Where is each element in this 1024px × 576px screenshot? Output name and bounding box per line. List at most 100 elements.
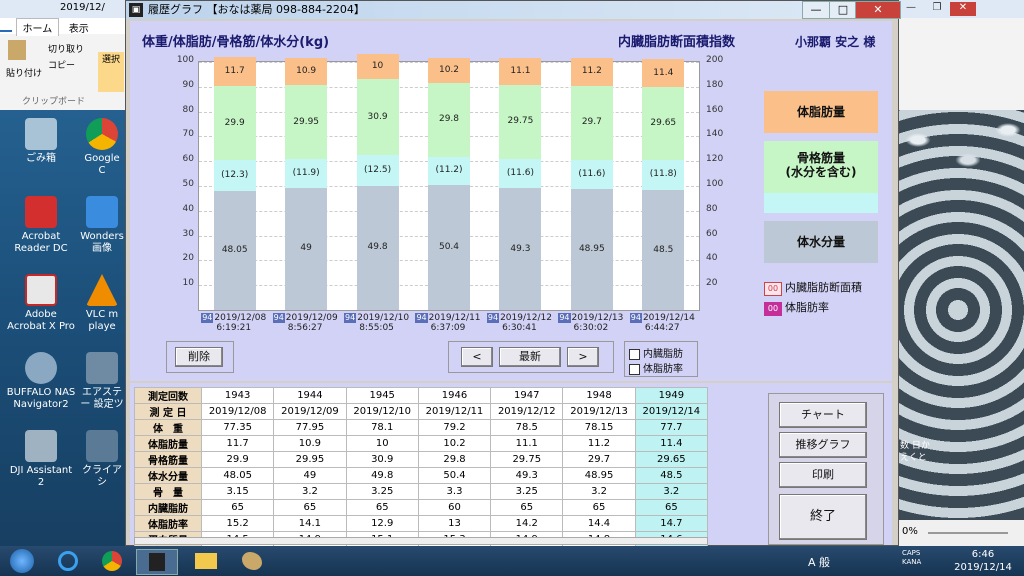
desktop-icon-chrome[interactable]: Google C	[80, 118, 124, 177]
table-cell[interactable]: 78.5	[490, 419, 564, 436]
table-cell[interactable]: 1944	[273, 387, 347, 404]
taskbar-explorer[interactable]	[186, 549, 226, 573]
excel-view-tab[interactable]: 表示	[63, 19, 95, 36]
table-cell[interactable]: 3.3	[417, 483, 492, 500]
table-cell[interactable]: 3.2	[273, 483, 347, 500]
table-cell[interactable]: 49.8	[345, 467, 419, 484]
table-cell[interactable]: 2019/12/13	[562, 403, 636, 420]
paste-icon[interactable]	[8, 40, 26, 60]
table-cell[interactable]: 2019/12/08	[200, 403, 275, 420]
row-header-cell[interactable]: 骨 量	[134, 483, 202, 500]
maximize-icon[interactable]: □	[829, 1, 857, 19]
table-cell[interactable]: 79.2	[417, 419, 492, 436]
table-cell[interactable]: 2019/12/09	[273, 403, 347, 420]
copy-label[interactable]: コピー	[48, 58, 75, 71]
table-cell[interactable]: 1947	[490, 387, 564, 404]
table-cell[interactable]: 49	[273, 467, 347, 484]
table-cell[interactable]: 1946	[417, 387, 492, 404]
close-icon[interactable]: ✕	[950, 2, 976, 16]
bar-stack[interactable]: 49.8 (12.5) 30.9 10	[356, 54, 399, 310]
taskbar-paint[interactable]	[232, 549, 272, 573]
table-cell[interactable]: 13	[417, 515, 492, 532]
row-header-cell[interactable]: 骨格筋量	[134, 451, 202, 468]
checkbox-icon[interactable]	[629, 348, 640, 360]
taskbar-chrome[interactable]	[92, 549, 132, 573]
table-cell[interactable]: 11.7	[200, 435, 275, 452]
table-cell[interactable]: 10.2	[417, 435, 492, 452]
table-cell[interactable]: 1943	[200, 387, 275, 404]
table-cell[interactable]: 60	[417, 499, 492, 516]
table-cell[interactable]: 50.4	[417, 467, 492, 484]
table-cell[interactable]: 48.05	[200, 467, 275, 484]
table-cell[interactable]: 12.9	[345, 515, 419, 532]
table-cell[interactable]: 1949	[634, 387, 709, 404]
desktop-icon-recycle-bin[interactable]: ごみ箱	[6, 118, 76, 165]
bar-stack[interactable]: 48.5 (11.8) 29.65 11.4	[642, 58, 685, 310]
table-cell[interactable]: 29.65	[634, 451, 709, 468]
table-cell[interactable]: 49.3	[490, 467, 564, 484]
table-cell[interactable]: 78.15	[562, 419, 636, 436]
close-icon[interactable]: ✕	[855, 1, 901, 19]
bar-stack[interactable]: 48.95 (11.6) 29.7 11.2	[570, 58, 613, 310]
table-cell[interactable]: 65	[634, 499, 709, 516]
table-cell[interactable]: 2019/12/11	[417, 403, 492, 420]
exit-button[interactable]: 終了	[779, 494, 867, 540]
checkbox-icon[interactable]	[629, 363, 640, 375]
bar-stack[interactable]: 49.3 (11.6) 29.75 11.1	[499, 57, 542, 310]
table-cell[interactable]: 65	[345, 499, 419, 516]
row-header-cell[interactable]: 体脂肪量	[134, 435, 202, 452]
table-cell[interactable]: 30.9	[345, 451, 419, 468]
table-cell[interactable]: 11.1	[490, 435, 564, 452]
row-header-cell[interactable]: 体脂肪率	[134, 515, 202, 532]
restore-icon[interactable]: ❐	[924, 2, 950, 16]
row-header-cell[interactable]: 体 重	[134, 419, 202, 436]
cut-label[interactable]: 切り取り	[48, 42, 84, 55]
table-cell[interactable]: 2019/12/10	[345, 403, 419, 420]
start-button[interactable]	[2, 549, 42, 573]
prev-button[interactable]: <	[461, 347, 493, 367]
table-cell[interactable]: 2019/12/14	[634, 403, 709, 420]
latest-button[interactable]: 最新	[499, 347, 561, 367]
table-cell[interactable]: 29.9	[200, 451, 275, 468]
desktop-icon-vlc[interactable]: VLC m playe	[80, 274, 124, 333]
desktop-icon-dji[interactable]: DJI Assistant 2	[6, 430, 76, 489]
table-cell[interactable]: 1948	[562, 387, 636, 404]
system-clock[interactable]: 6:46 2019/12/14	[948, 548, 1018, 574]
bar-stack[interactable]: 49 (11.9) 29.95 10.9	[285, 57, 328, 310]
table-cell[interactable]: 29.95	[273, 451, 347, 468]
taskbar-app-active[interactable]	[136, 549, 178, 575]
bar-stack[interactable]: 48.05 (12.3) 29.9 11.7	[213, 57, 256, 310]
table-cell[interactable]: 14.2	[490, 515, 564, 532]
zoom-slider[interactable]	[928, 532, 1008, 534]
table-cell[interactable]: 10	[345, 435, 419, 452]
table-cell[interactable]: 29.8	[417, 451, 492, 468]
row-header-cell[interactable]: 測 定 日	[134, 403, 202, 420]
table-cell[interactable]: 65	[273, 499, 347, 516]
table-cell[interactable]: 14.4	[562, 515, 636, 532]
table-cell[interactable]: 77.7	[634, 419, 709, 436]
excel-home-tab[interactable]: ホーム	[15, 18, 60, 36]
row-header-cell[interactable]: 測定回数	[134, 387, 202, 404]
table-cell[interactable]: 2019/12/12	[490, 403, 564, 420]
row-header-cell[interactable]: 体水分量	[134, 467, 202, 484]
table-cell[interactable]: 3.2	[634, 483, 709, 500]
table-cell[interactable]: 48.5	[634, 467, 709, 484]
window-titlebar[interactable]: ▣ 履歴グラフ 【おなは薬局 098-884-2204】 — □ ✕	[126, 1, 901, 19]
table-cell[interactable]: 3.15	[200, 483, 275, 500]
horizontal-scrollbar[interactable]	[134, 537, 708, 545]
desktop-icon-airstation[interactable]: エアステー 設定ツ	[80, 352, 124, 411]
table-cell[interactable]: 65	[490, 499, 564, 516]
table-cell[interactable]: 11.4	[634, 435, 709, 452]
minimize-icon[interactable]: —	[802, 1, 830, 19]
table-cell[interactable]: 15.2	[200, 515, 275, 532]
excel-file-tab[interactable]	[0, 30, 12, 32]
taskbar-ie[interactable]	[48, 549, 88, 573]
table-cell[interactable]: 14.1	[273, 515, 347, 532]
table-cell[interactable]: 11.2	[562, 435, 636, 452]
trend-graph-button[interactable]: 推移グラフ	[779, 432, 867, 458]
minimize-icon[interactable]: —	[898, 2, 924, 16]
table-cell[interactable]: 14.7	[634, 515, 709, 532]
table-cell[interactable]: 77.35	[200, 419, 275, 436]
bar-stack[interactable]: 50.4 (11.2) 29.8 10.2	[428, 58, 470, 310]
table-cell[interactable]: 65	[200, 499, 275, 516]
